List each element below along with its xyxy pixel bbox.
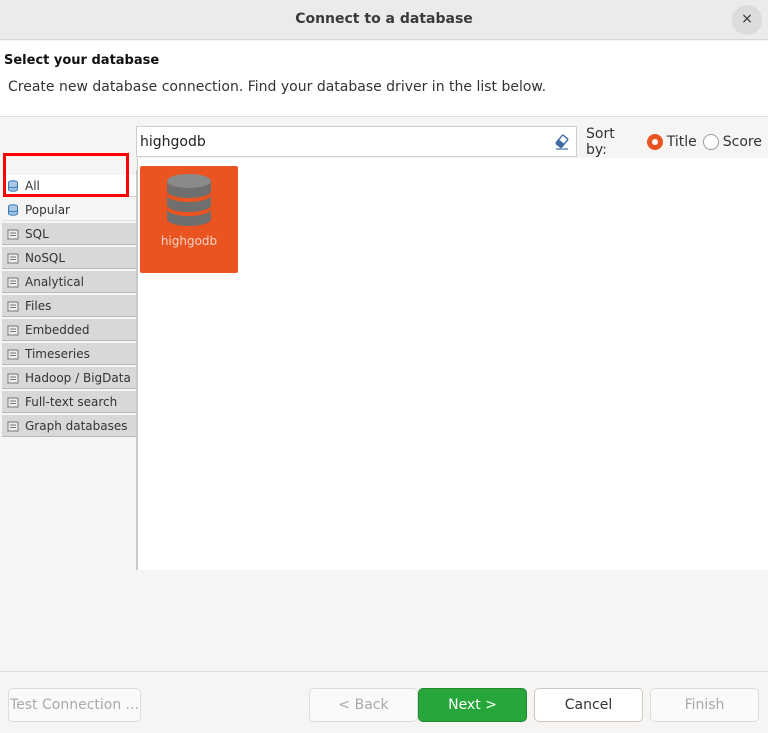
page-title: Select your database [4,53,160,68]
cancel-button[interactable]: Cancel [534,688,643,722]
category-label: Timeseries [25,346,90,361]
category-label: Analytical [25,274,84,289]
category-label: Full-text search [25,394,118,409]
folder-icon [7,349,19,359]
page-description: Create new database connection. Find you… [8,79,547,95]
driver-tile-highgodb[interactable]: highgodb [140,166,238,273]
sort-title-label: Title [666,133,697,150]
radio-selected-icon[interactable] [646,133,663,150]
category-label: NoSQL [25,250,66,265]
search-input[interactable] [137,127,537,156]
test-connection-button[interactable]: Test Connection ... [8,688,141,722]
category-embedded[interactable]: Embedded [2,319,136,341]
wizard-header: Select your database Create new database… [0,41,768,117]
category-hadoop-bigdata[interactable]: Hadoop / BigData [2,367,136,389]
sort-by-group: Sort by: Title Score [586,125,768,158]
database-icon [8,203,18,216]
eraser-icon[interactable] [554,134,570,150]
category-nosql[interactable]: NoSQL [2,247,136,269]
back-button[interactable]: < Back [309,688,418,722]
category-timeseries[interactable]: Timeseries [2,343,136,365]
folder-icon [7,397,19,407]
folder-icon [7,229,19,239]
highlight-annotation [3,153,129,197]
footer-divider [0,671,768,672]
category-label: SQL [25,226,49,241]
window-title: Connect to a database [295,11,473,27]
category-sql[interactable]: SQL [2,223,136,245]
category-popular[interactable]: Popular [2,199,136,221]
category-label: Graph databases [25,418,128,433]
category-graph-databases[interactable]: Graph databases [2,415,136,437]
database-icon [167,174,211,226]
category-label: Hadoop / BigData [25,370,131,385]
category-full-text-search[interactable]: Full-text search [2,391,136,413]
next-button[interactable]: Next > [418,688,527,722]
folder-icon [7,277,19,287]
folder-icon [7,325,19,335]
sort-title-radio[interactable]: Title [646,133,697,150]
driver-search-field[interactable] [136,126,577,157]
category-analytical[interactable]: Analytical [2,271,136,293]
folder-icon [7,373,19,383]
folder-icon [7,253,19,263]
folder-icon [7,301,19,311]
sort-score-radio[interactable]: Score [702,133,762,150]
sort-score-label: Score [722,133,762,150]
driver-results-panel: highgodb [137,158,768,570]
finish-button[interactable]: Finish [650,688,759,722]
title-bar: Connect to a database × [0,0,768,40]
folder-icon [7,421,19,431]
radio-unselected-icon[interactable] [702,133,719,150]
category-label: Popular [25,202,70,217]
close-icon[interactable]: × [732,5,762,35]
driver-name: highgodb [160,234,218,248]
category-files[interactable]: Files [2,295,136,317]
category-label: Files [25,298,52,313]
sort-by-label: Sort by: [586,125,615,158]
category-label: Embedded [25,322,90,337]
